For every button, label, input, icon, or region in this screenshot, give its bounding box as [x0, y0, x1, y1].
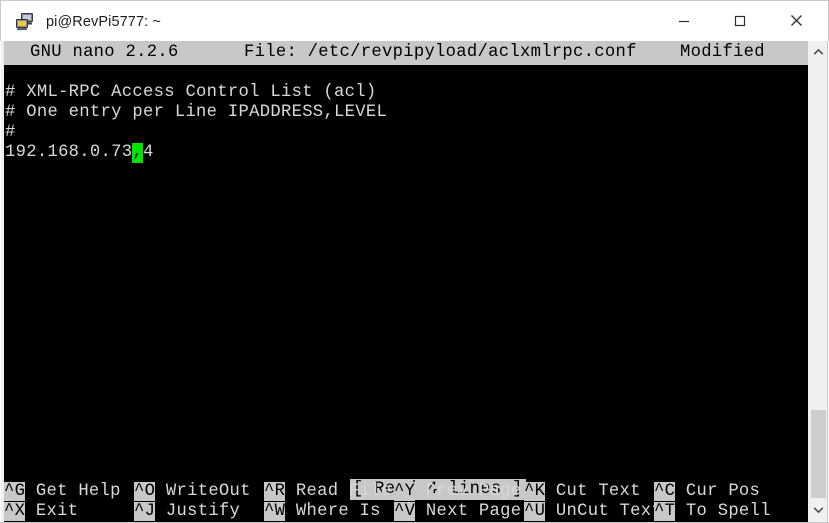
- shortcut-key: ^T: [654, 502, 676, 521]
- shortcut-where-is[interactable]: ^W Where Is: [264, 502, 381, 522]
- shortcut-label-text: UnCut Text: [555, 502, 663, 521]
- shortcut-label: [415, 502, 426, 521]
- shortcut-justify[interactable]: ^J Justify: [134, 502, 240, 522]
- shortcut-label-text: Get Help: [35, 482, 121, 501]
- shortcut-label-text: Where Is: [295, 502, 381, 521]
- scroll-up-button[interactable]: [810, 41, 827, 63]
- shortcut-read-file[interactable]: ^R Read File: [264, 482, 391, 502]
- shortcut-label: [285, 502, 296, 521]
- shortcut-label-text: Next Page: [425, 502, 522, 521]
- shortcut-label-text: Exit: [35, 502, 79, 521]
- shortcut-key: ^O: [134, 482, 156, 501]
- terminal-screen[interactable]: GNU nano 2.2.6 File: /etc/revpipyload/ac…: [1, 41, 810, 523]
- shortcut-label: [25, 502, 36, 521]
- shortcut-key: ^G: [4, 482, 26, 501]
- entry-after-cursor: 4: [143, 143, 154, 162]
- shortcut-key: ^X: [4, 502, 26, 521]
- titlebar-left-group: pi@RevPi5777: ~: [14, 9, 161, 35]
- shortcut-row-1: ^G Get Help ^O WriteOut ^R Read File ^Y …: [4, 482, 808, 502]
- scroll-down-button[interactable]: [810, 499, 827, 521]
- shortcut-label-text: Cur Pos: [685, 482, 761, 501]
- shortcut-key: ^J: [134, 502, 156, 521]
- shortcut-label: [545, 502, 556, 521]
- shortcut-label: [675, 502, 686, 521]
- scroll-up-icon: [813, 48, 824, 55]
- shortcut-prev-page[interactable]: ^Y Prev Page: [394, 482, 521, 502]
- minimize-button[interactable]: [661, 1, 707, 40]
- putty-terminal-window: pi@RevPi5777: ~ GNU nano 2.2.6 File: /et…: [0, 0, 829, 523]
- entry-before-cursor: 192.168.0.73: [5, 143, 133, 162]
- shortcut-key: ^K: [524, 482, 546, 501]
- shortcut-key: ^C: [654, 482, 676, 501]
- scroll-down-icon: [813, 507, 824, 514]
- shortcut-label-text: Justify: [165, 502, 241, 521]
- shortcut-label-text: WriteOut: [165, 482, 251, 501]
- minimize-icon: [679, 20, 689, 22]
- shortcut-label-text: To Spell: [685, 502, 771, 521]
- text-line: #: [5, 123, 16, 142]
- shortcut-label: [285, 482, 296, 501]
- text-line: # One entry per Line IPADDRESS,LEVEL: [5, 103, 388, 122]
- window-titlebar[interactable]: pi@RevPi5777: ~: [0, 0, 829, 41]
- shortcut-label: [545, 482, 556, 501]
- text-cursor: ,: [132, 143, 143, 163]
- shortcut-label: [675, 482, 686, 501]
- shortcut-key: ^U: [524, 502, 546, 521]
- shortcut-label-text: Cut Text: [555, 482, 641, 501]
- scrollbar-thumb[interactable]: [811, 410, 826, 498]
- putty-terminal-icon: [14, 11, 36, 33]
- shortcut-to-spell[interactable]: ^T To Spell: [654, 502, 771, 522]
- shortcut-label-text: Prev Page: [425, 482, 522, 501]
- window-title: pi@RevPi5777: ~: [46, 14, 161, 30]
- maximize-icon: [734, 15, 746, 26]
- nano-titlebar: GNU nano 2.2.6 File: /etc/revpipyload/ac…: [4, 41, 808, 65]
- close-icon: [790, 15, 802, 26]
- nano-shortcut-bar: ^G Get Help ^O WriteOut ^R Read File ^Y …: [4, 482, 808, 523]
- nano-version-label: GNU nano 2.2.6: [30, 43, 179, 62]
- shortcut-get-help[interactable]: ^G Get Help: [4, 482, 121, 502]
- text-line: # XML-RPC Access Control List (acl): [5, 83, 377, 102]
- shortcut-label-text: Read File: [295, 482, 392, 501]
- shortcut-cur-pos[interactable]: ^C Cur Pos: [654, 482, 760, 502]
- close-button[interactable]: [773, 1, 819, 40]
- text-line-entry: 192.168.0.73,4: [5, 143, 154, 163]
- shortcut-next-page[interactable]: ^V Next Page: [394, 502, 521, 522]
- shortcut-label: [415, 482, 426, 501]
- shortcut-cut-text[interactable]: ^K Cut Text: [524, 482, 641, 502]
- shortcut-row-2: ^X Exit ^J Justify ^W Where Is ^V Next P…: [4, 502, 808, 522]
- shortcut-uncut-text[interactable]: ^U UnCut Text: [524, 502, 662, 522]
- shortcut-exit[interactable]: ^X Exit: [4, 502, 78, 522]
- vertical-scrollbar[interactable]: [810, 41, 828, 523]
- nano-file-label: File: /etc/revpipyload/aclxmlrpc.conf: [244, 43, 637, 62]
- shortcut-key: ^V: [394, 502, 416, 521]
- shortcut-key: ^Y: [394, 482, 416, 501]
- shortcut-write-out[interactable]: ^O WriteOut: [134, 482, 251, 502]
- nano-modified-label: Modified: [680, 43, 765, 62]
- maximize-button[interactable]: [717, 1, 763, 40]
- shortcut-label: [155, 502, 166, 521]
- shortcut-label: [25, 482, 36, 501]
- shortcut-key: ^R: [264, 482, 286, 501]
- shortcut-label: [155, 482, 166, 501]
- shortcut-key: ^W: [264, 502, 286, 521]
